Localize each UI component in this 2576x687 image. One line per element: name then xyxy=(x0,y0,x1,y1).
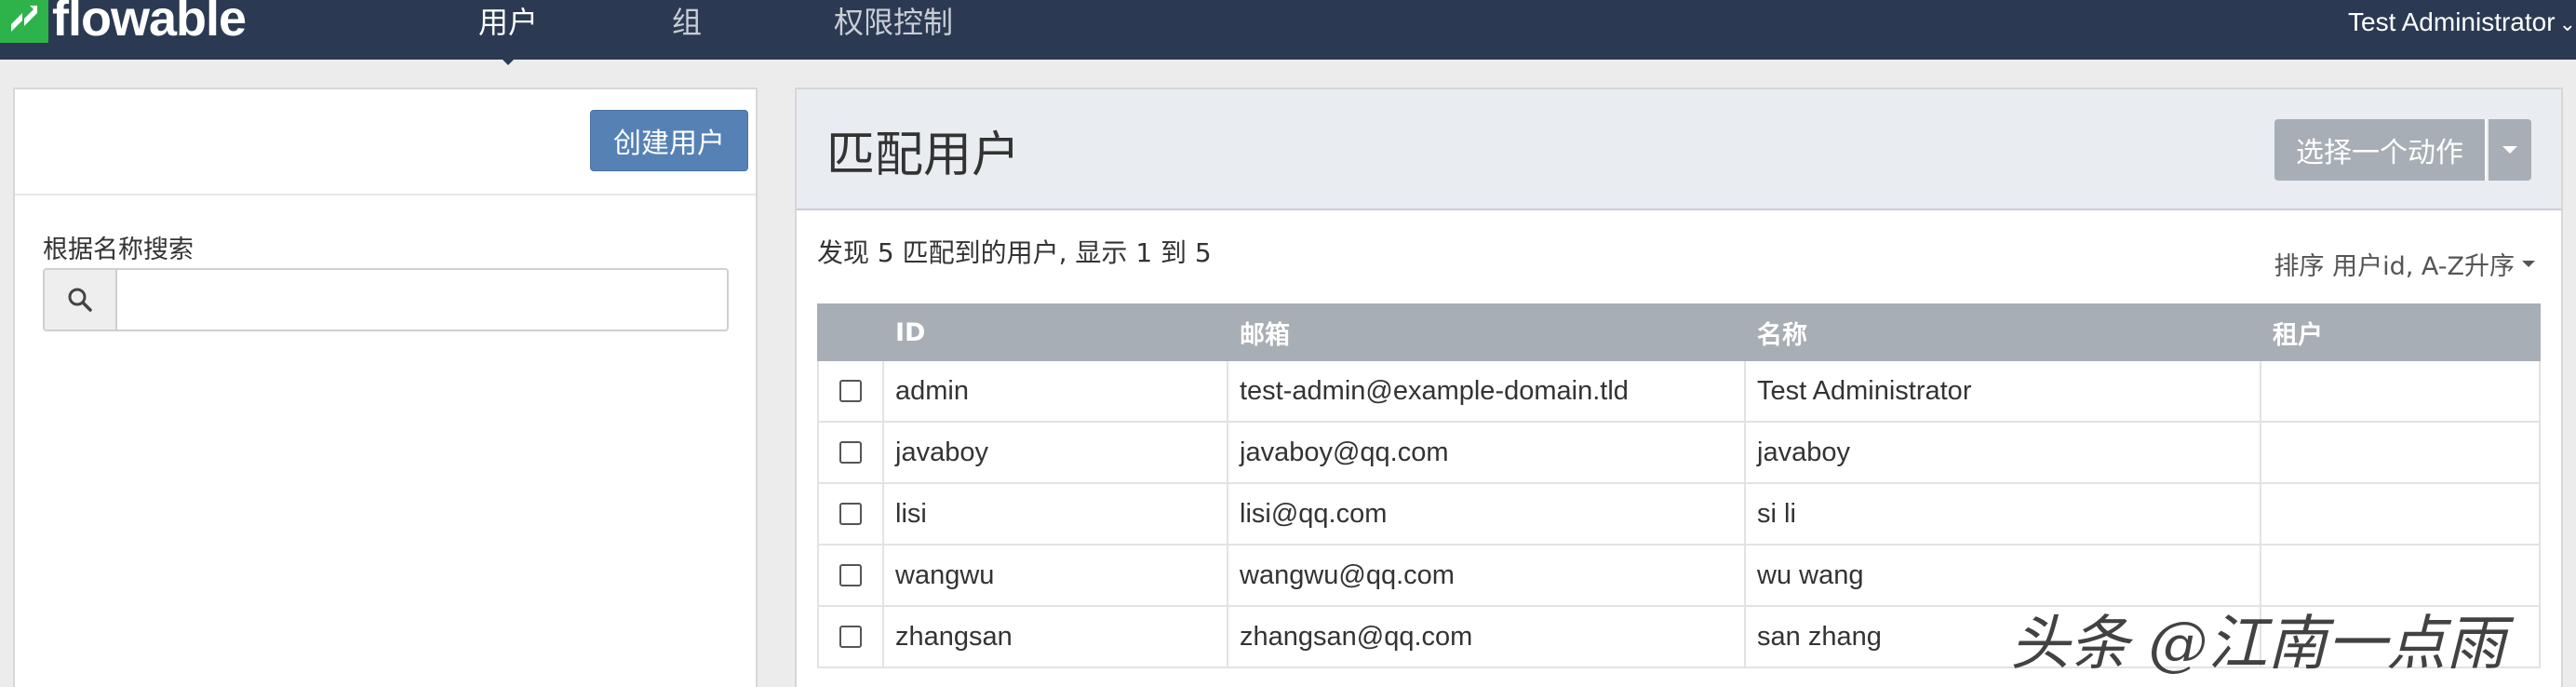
cell-tenant xyxy=(2261,361,2541,421)
search-input[interactable] xyxy=(117,270,727,330)
row-select-cell xyxy=(817,423,884,482)
row-checkbox[interactable] xyxy=(839,503,862,525)
user-menu[interactable]: Test Administrator ⌄ xyxy=(2348,0,2576,45)
cell-email: test-admin@example-domain.tld xyxy=(1228,361,1746,421)
select-action-button[interactable]: 选择一个动作 xyxy=(2274,119,2487,181)
create-user-button[interactable]: 创建用户 xyxy=(590,110,748,171)
table-row[interactable]: admin test-admin@example-domain.tld Test… xyxy=(817,361,2541,423)
action-dropdown-toggle[interactable] xyxy=(2489,119,2531,181)
cell-id: zhangsan xyxy=(884,607,1228,667)
row-select-cell xyxy=(817,607,884,667)
caret-down-icon xyxy=(2502,146,2517,154)
row-select-cell xyxy=(817,546,884,605)
table-row[interactable]: javaboy javaboy@qq.com javaboy xyxy=(817,423,2541,484)
chevron-down-icon: ⌄ xyxy=(2558,12,2576,35)
divider xyxy=(15,194,756,195)
table-row[interactable]: lisi lisi@qq.com si li xyxy=(817,484,2541,546)
sort-label: 排序 用户id, A-Z升序 xyxy=(2274,252,2515,281)
header-select xyxy=(817,303,884,361)
cell-email: zhangsan@qq.com xyxy=(1228,607,1746,667)
row-checkbox[interactable] xyxy=(839,626,862,648)
page-title: 匹配用户 xyxy=(826,128,1021,183)
cell-tenant xyxy=(2261,423,2541,482)
header-id[interactable]: ID xyxy=(884,303,1228,361)
cell-name: Test Administrator xyxy=(1746,361,2261,421)
search-label: 根据名称搜索 xyxy=(43,236,194,264)
active-tab-indicator xyxy=(495,52,521,78)
left-panel: 创建用户 根据名称搜索 xyxy=(13,88,758,687)
tab-groups[interactable]: 组 xyxy=(672,0,702,45)
cell-name: javaboy xyxy=(1746,423,2261,482)
cell-id: wangwu xyxy=(884,546,1228,605)
tab-users[interactable]: 用户 xyxy=(478,0,538,45)
top-navbar: flowable 用户 组 权限控制 Test Administrator ⌄ xyxy=(0,0,2576,60)
sort-dropdown[interactable]: 排序 用户id, A-Z升序 xyxy=(2274,246,2535,282)
logo-text: flowable xyxy=(52,0,247,47)
search-icon xyxy=(45,270,117,330)
cell-email: lisi@qq.com xyxy=(1228,484,1746,544)
header-tenant[interactable]: 租户 xyxy=(2261,303,2541,361)
row-select-cell xyxy=(817,361,884,421)
user-menu-label: Test Administrator xyxy=(2348,7,2556,36)
row-checkbox[interactable] xyxy=(839,564,862,586)
flowable-logo[interactable]: flowable xyxy=(0,0,247,47)
cell-email: wangwu@qq.com xyxy=(1228,546,1746,605)
table-header: ID 邮箱 名称 租户 xyxy=(817,303,2541,361)
tab-privileges[interactable]: 权限控制 xyxy=(834,0,953,45)
cell-id: javaboy xyxy=(884,423,1228,482)
row-checkbox[interactable] xyxy=(839,441,862,464)
panel-header: 匹配用户 选择一个动作 xyxy=(797,89,2561,210)
cell-name: si li xyxy=(1746,484,2261,544)
row-select-cell xyxy=(817,484,884,544)
cell-id: lisi xyxy=(884,484,1228,544)
search-group xyxy=(43,268,729,331)
header-name[interactable]: 名称 xyxy=(1746,303,2261,361)
watermark: 头条 @江南一点雨 xyxy=(2010,610,2506,679)
cell-tenant xyxy=(2261,484,2541,544)
row-checkbox[interactable] xyxy=(839,380,862,402)
result-summary: 发现 5 匹配到的用户, 显示 1 到 5 xyxy=(817,237,1212,268)
flowable-logo-icon xyxy=(0,0,48,43)
cell-email: javaboy@qq.com xyxy=(1228,423,1746,482)
header-email[interactable]: 邮箱 xyxy=(1228,303,1746,361)
caret-down-icon xyxy=(2522,261,2535,267)
cell-id: admin xyxy=(884,361,1228,421)
